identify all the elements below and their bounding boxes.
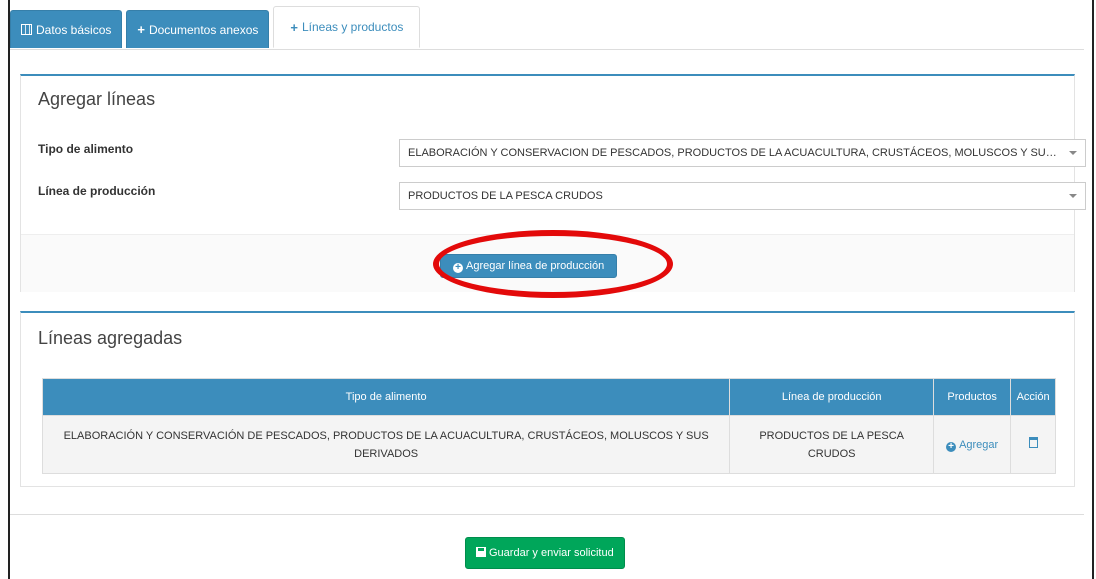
linea-produccion-select[interactable]: PRODUCTOS DE LA PESCA CRUDOS — [399, 182, 1086, 210]
plus-icon: + — [137, 22, 145, 37]
tab-label: Líneas y productos — [301, 20, 404, 34]
lineas-table: Tipo de alimento Línea de producción Pro… — [41, 378, 1056, 474]
save-icon — [476, 547, 486, 557]
tab-label: Datos básicos — [36, 22, 112, 37]
tab-bar: Datos básicos + Documentos anexos + Líne… — [10, 6, 424, 48]
panel-title: Líneas agregadas — [38, 328, 183, 348]
col-productos: Productos — [933, 378, 1012, 416]
link-label: Agregar — [959, 438, 999, 451]
tipo-alimento-value: ELABORACIÓN Y CONSERVACION DE PESCADOS, … — [408, 147, 1086, 159]
col-tipo-alimento: Tipo de alimento — [41, 378, 731, 416]
cell-accion — [1010, 415, 1056, 474]
table-header-row: Tipo de alimento Línea de producción Pro… — [41, 378, 1056, 416]
guardar-enviar-button[interactable]: Guardar y enviar solicitud — [465, 537, 625, 569]
button-label: Agregar línea de producción — [466, 260, 605, 272]
tab-documentos-anexos[interactable]: + Documentos anexos — [126, 10, 270, 48]
agregar-linea-button[interactable]: + Agregar línea de producción — [440, 254, 618, 278]
plus-circle-icon: + — [946, 441, 957, 452]
plus-icon: + — [290, 19, 298, 35]
cell-linea: PRODUCTOS DE LA PESCA CRUDOS — [729, 415, 935, 474]
tab-datos-basicos[interactable]: Datos básicos — [10, 10, 123, 48]
panel-title: Agregar líneas — [38, 89, 156, 109]
tab-lineas-productos[interactable]: + Líneas y productos — [273, 6, 421, 48]
trash-icon[interactable] — [1028, 436, 1038, 448]
footer-divider — [10, 514, 1084, 515]
col-accion: Acción — [1010, 378, 1056, 416]
lineas-agregadas-panel: Líneas agregadas Tipo de alimento Línea … — [20, 311, 1075, 487]
linea-produccion-value: PRODUCTOS DE LA PESCA CRUDOS — [408, 190, 603, 202]
col-linea-produccion: Línea de producción — [729, 378, 935, 416]
table-row: ELABORACIÓN Y CONSERVACIÓN DE PESCADOS, … — [41, 415, 1056, 474]
calendar-icon — [21, 24, 32, 35]
tab-label: Documentos anexos — [148, 22, 259, 37]
tipo-alimento-select[interactable]: ELABORACIÓN Y CONSERVACION DE PESCADOS, … — [399, 139, 1086, 167]
cell-productos: + Agregar — [933, 415, 1012, 474]
linea-produccion-label: Línea de producción — [38, 184, 156, 198]
agregar-producto-link[interactable]: + Agregar — [946, 438, 999, 452]
button-label: Guardar y enviar solicitud — [489, 547, 614, 559]
chevron-down-icon — [1069, 151, 1077, 155]
cell-tipo: ELABORACIÓN Y CONSERVACIÓN DE PESCADOS, … — [41, 415, 731, 474]
plus-circle-icon: + — [453, 263, 463, 273]
tab-divider — [10, 49, 1084, 50]
tipo-alimento-label: Tipo de alimento — [38, 142, 134, 156]
chevron-down-icon — [1069, 194, 1077, 198]
